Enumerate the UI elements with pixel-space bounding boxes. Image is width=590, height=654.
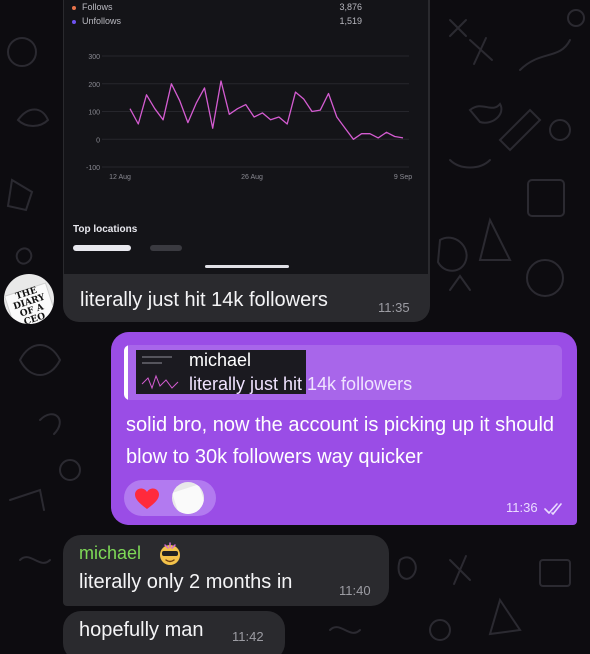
wallpaper-blob-icon: [468, 102, 503, 124]
wallpaper-wave2-icon: [329, 626, 361, 634]
wallpaper-fruit-icon: [436, 236, 468, 272]
wallpaper-cup-icon: [527, 179, 565, 217]
wallpaper-dot-icon: [567, 9, 585, 27]
wallpaper-bone-icon: [469, 37, 493, 65]
reply-sender-name: michael: [189, 350, 252, 370]
top-locations-heading: Top locations: [73, 224, 138, 235]
sender-name[interactable]: michael: [79, 543, 141, 564]
wallpaper-wave-icon: [19, 556, 51, 564]
wallpaper-squiggle-icon: [519, 39, 571, 71]
message-text: literally just hit 14k followers: [80, 289, 328, 311]
avatar-book-image: THE DIARY OF A CEO: [4, 282, 54, 324]
legend-follows-label: Follows: [82, 2, 113, 12]
y-tick-label: 100: [88, 110, 100, 117]
wallpaper-leaf-icon: [16, 108, 50, 127]
reply-snippet-text: literally just hit 14k followers: [189, 374, 413, 394]
wallpaper-arc-icon: [449, 159, 491, 169]
x-tick-label: 12 Aug: [109, 174, 131, 181]
wallpaper-heart-icon: [15, 247, 33, 265]
y-tick-label: 200: [88, 82, 100, 89]
wallpaper-seed-icon: [397, 556, 417, 580]
message-time: 11:36: [506, 500, 538, 515]
reactions-pill[interactable]: [124, 480, 216, 516]
wallpaper-chevron-icon: [449, 274, 471, 291]
legend-unfollows-value: 1,519: [339, 16, 362, 26]
legend-unfollows: Unfollows 1,519: [72, 16, 362, 30]
x-tick-label: 26 Aug: [241, 174, 263, 181]
wallpaper-flag-icon: [9, 488, 45, 511]
wallpaper-box-icon: [539, 559, 571, 587]
follows-line-chart: 300 200 100 0 -100 12 Aug 26 Aug 9 Sep: [86, 54, 412, 181]
unfollows-dot-icon: [72, 20, 76, 24]
reaction-avatar-image: [172, 484, 204, 514]
legend-unfollows-label: Unfollows: [82, 16, 122, 26]
wallpaper-triangle-icon: [478, 217, 512, 261]
y-tick-label: 0: [96, 137, 100, 144]
legend-follows-value: 3,876: [339, 2, 362, 12]
wallpaper-bubble-icon: [59, 459, 81, 481]
wallpaper-curl-icon: [39, 413, 61, 435]
message-text: literally only 2 months in: [79, 571, 293, 593]
wallpaper-pen-icon: [498, 108, 542, 152]
reaction-avatar: [172, 482, 204, 514]
legend-follows: Follows 3,876: [72, 2, 362, 16]
wallpaper-kite-icon: [488, 597, 522, 636]
wallpaper-ball-icon: [526, 259, 564, 297]
reply-quote-bar: [124, 345, 128, 400]
wallpaper-circle2-icon: [429, 619, 451, 641]
y-tick-label: 300: [88, 54, 100, 61]
top-locations-tab[interactable]: [150, 245, 182, 251]
follows-series-line: [129, 80, 404, 140]
wallpaper-circle-icon: [7, 37, 37, 67]
wallpaper-eye-icon: [18, 344, 62, 376]
wallpaper-cross-icon: [449, 19, 467, 37]
wallpaper-ring-icon: [549, 119, 571, 141]
wallpaper-shape-icon: [6, 178, 34, 212]
double-check-icon: [544, 503, 562, 515]
avatar[interactable]: THE DIARY OF A CEO: [4, 274, 54, 324]
follows-dot-icon: [72, 6, 76, 10]
top-locations-tab-active[interactable]: [73, 245, 131, 251]
x-tick-label: 9 Sep: [394, 174, 412, 181]
home-indicator: [205, 265, 289, 268]
message-text: solid bro, now the account is picking up…: [126, 414, 555, 468]
message-time: 11:35: [378, 300, 410, 315]
message-text: hopefully man: [79, 619, 204, 641]
cool-face-emoji-icon: [160, 542, 180, 565]
heart-icon: [135, 488, 159, 509]
y-tick-label: -100: [86, 165, 100, 172]
message-time: 11:40: [339, 583, 371, 598]
wallpaper-bone2-icon: [449, 555, 471, 585]
message-time: 11:42: [232, 629, 264, 644]
